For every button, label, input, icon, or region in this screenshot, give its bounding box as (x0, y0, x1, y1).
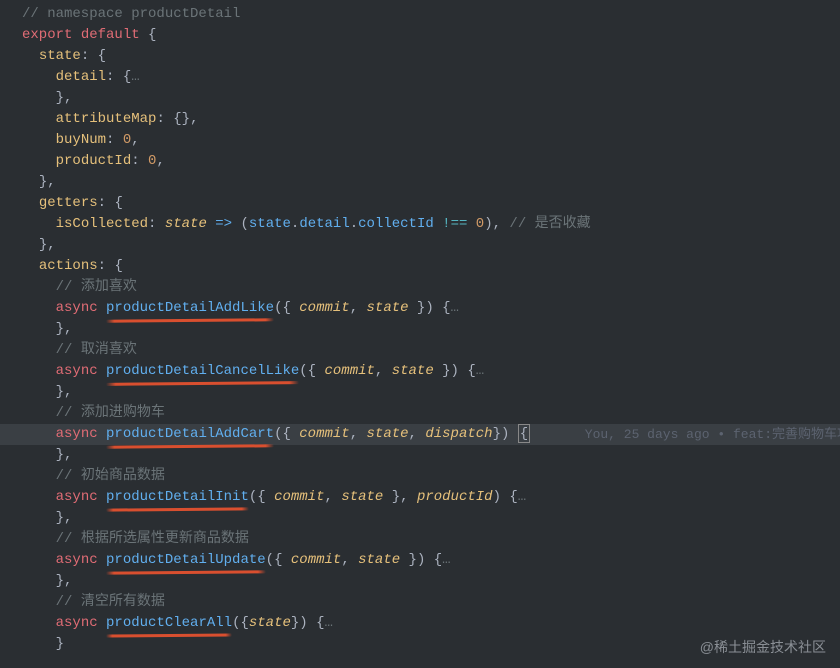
kw-default: default (81, 27, 140, 43)
fn-product-clear-all: productClearAll (106, 613, 232, 634)
line-clear: async productClearAll({state}) {… (22, 613, 840, 634)
comment-init: // 初始商品数据 (56, 468, 165, 484)
comment-addlike: // 添加喜欢 (56, 279, 137, 295)
fold-icon[interactable]: … (451, 300, 459, 316)
fn-product-detail-cancel-like: productDetailCancelLike (106, 361, 299, 382)
fold-icon[interactable]: … (131, 69, 139, 85)
fn-product-detail-update: productDetailUpdate (106, 550, 266, 571)
fn-product-detail-add-cart: productDetailAddCart (106, 424, 274, 445)
fold-icon[interactable]: … (476, 363, 484, 379)
line-attribute-map: attributeMap: {}, (22, 109, 840, 130)
code-editor[interactable]: // namespace productDetail export defaul… (0, 0, 840, 659)
git-blame-annotation: You, 25 days ago • feat:完善购物车功 (585, 424, 840, 445)
line-buynum: buyNum: 0, (22, 130, 840, 151)
kw-export: export (22, 27, 72, 43)
line-addlike: async productDetailAddLike({ commit, sta… (22, 298, 840, 319)
line-actions: actions: { (22, 256, 840, 277)
line-iscollected: isCollected: state => (state.detail.coll… (22, 214, 840, 235)
line-state: state: { (22, 46, 840, 67)
line-getters: getters: { (22, 193, 840, 214)
fn-product-detail-init: productDetailInit (106, 487, 249, 508)
fold-icon[interactable]: … (518, 489, 526, 505)
fold-icon[interactable]: … (442, 552, 450, 568)
line-init: async productDetailInit({ commit, state … (22, 487, 840, 508)
comment-update: // 根据所选属性更新商品数据 (56, 531, 249, 547)
comment-namespace: // namespace productDetail (22, 6, 240, 22)
comment-addcart: // 添加进购物车 (56, 405, 165, 421)
line-export: export default { (22, 25, 840, 46)
comment-clear: // 清空所有数据 (56, 594, 165, 610)
line-productid: productId: 0, (22, 151, 840, 172)
fold-icon[interactable]: … (325, 615, 333, 631)
line-addcart-highlighted: async productDetailAddCart({ commit, sta… (0, 424, 840, 445)
line-cancellike: async productDetailCancelLike({ commit, … (22, 361, 840, 382)
watermark-text: @稀土掘金技术社区 (700, 637, 826, 658)
fn-product-detail-add-like: productDetailAddLike (106, 298, 274, 319)
comment-cancellike: // 取消喜欢 (56, 342, 137, 358)
cursor-icon: { (518, 424, 530, 443)
line-detail: detail: {… (22, 67, 840, 88)
line-update: async productDetailUpdate({ commit, stat… (22, 550, 840, 571)
